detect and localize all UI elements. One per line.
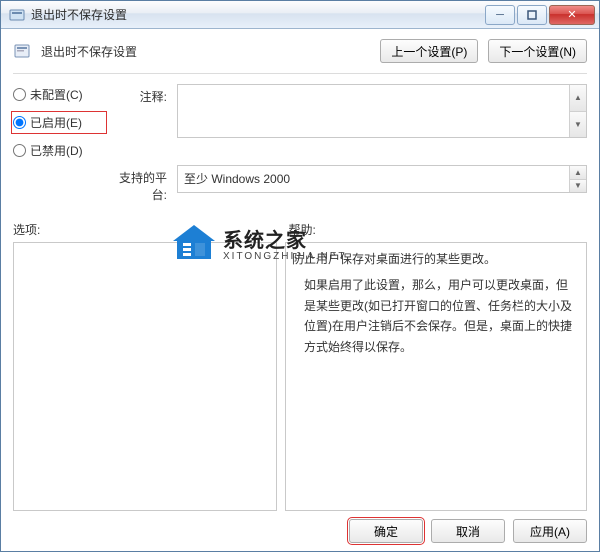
header-row: 退出时不保存设置 上一个设置(P) 下一个设置(N) (13, 39, 587, 63)
prev-setting-button[interactable]: 上一个设置(P) (380, 39, 478, 63)
radio-disabled-input[interactable] (13, 144, 26, 157)
platform-spinner[interactable]: ▲▼ (569, 166, 586, 192)
panes: 防止用户保存对桌面进行的某些更改。 如果启用了此设置，那么，用户可以更改桌面，但… (13, 242, 587, 511)
config-area: 未配置(C) 已启用(E) 已禁用(D) 注释: ▲▼ 支持的平台: 至少 Wi… (13, 84, 587, 203)
help-pane: 防止用户保存对桌面进行的某些更改。 如果启用了此设置，那么，用户可以更改桌面，但… (285, 242, 587, 511)
state-radios: 未配置(C) 已启用(E) 已禁用(D) (13, 84, 105, 159)
comment-label: 注释: (111, 84, 171, 105)
comment-field[interactable]: ▲▼ (177, 84, 587, 138)
ok-button[interactable]: 确定 (349, 519, 423, 543)
apply-button[interactable]: 应用(A) (513, 519, 587, 543)
radio-enabled-label: 已启用(E) (30, 114, 82, 131)
app-icon (9, 7, 25, 23)
platform-value: 至少 Windows 2000 (184, 172, 290, 186)
chevron-down-icon[interactable]: ▼ (570, 179, 586, 193)
cancel-button[interactable]: 取消 (431, 519, 505, 543)
comment-spinner[interactable]: ▲▼ (569, 85, 586, 137)
minimize-button[interactable]: ─ (485, 5, 515, 25)
policy-icon (13, 42, 31, 60)
options-pane (13, 242, 277, 511)
help-line2: 如果启用了此设置，那么，用户可以更改桌面，但是某些更改(如已打开窗口的位置、任务… (292, 275, 580, 357)
chevron-up-icon[interactable]: ▲ (570, 85, 586, 111)
policy-title: 退出时不保存设置 (41, 43, 370, 60)
chevron-down-icon[interactable]: ▼ (570, 111, 586, 138)
radio-enabled-input[interactable] (13, 116, 26, 129)
platform-label: 支持的平台: (111, 165, 171, 203)
window-controls: ─ ✕ (485, 5, 595, 25)
maximize-button[interactable] (517, 5, 547, 25)
next-setting-button[interactable]: 下一个设置(N) (488, 39, 587, 63)
help-label: 帮助: (289, 221, 316, 238)
close-button[interactable]: ✕ (549, 5, 595, 25)
chevron-up-icon[interactable]: ▲ (570, 166, 586, 179)
radio-not-configured-input[interactable] (13, 88, 26, 101)
radio-not-configured-label: 未配置(C) (30, 86, 83, 103)
radio-disabled-label: 已禁用(D) (30, 142, 83, 159)
radio-not-configured[interactable]: 未配置(C) (13, 86, 105, 103)
window-title: 退出时不保存设置 (31, 6, 485, 23)
titlebar[interactable]: 退出时不保存设置 ─ ✕ (1, 1, 599, 29)
pane-labels: 选项: 帮助: (13, 221, 587, 238)
dialog-content: 退出时不保存设置 上一个设置(P) 下一个设置(N) 未配置(C) 已启用(E)… (1, 29, 599, 551)
help-line1: 防止用户保存对桌面进行的某些更改。 (292, 249, 580, 269)
dialog-window: 退出时不保存设置 ─ ✕ 退出时不保存设置 上一个设置(P) 下一个设置(N) … (0, 0, 600, 552)
options-label: 选项: (13, 221, 289, 238)
footer-buttons: 确定 取消 应用(A) (13, 511, 587, 543)
platform-field: 至少 Windows 2000 ▲▼ (177, 165, 587, 193)
divider (13, 73, 587, 74)
radio-disabled[interactable]: 已禁用(D) (13, 142, 105, 159)
radio-enabled[interactable]: 已启用(E) (13, 113, 105, 132)
